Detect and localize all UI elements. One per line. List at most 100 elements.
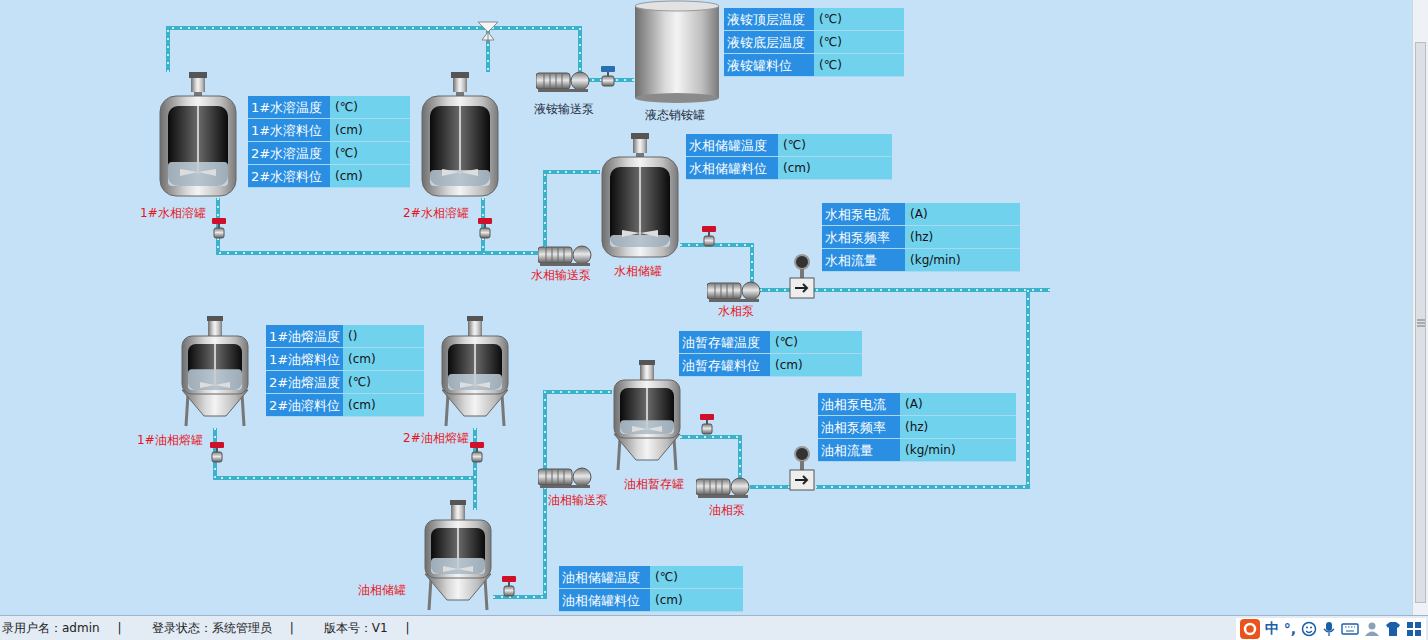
- data-value: (cm): [343, 394, 424, 417]
- tank-icon: [180, 316, 250, 428]
- data-row: 液铵底层温度 (℃): [724, 31, 904, 54]
- tank[interactable]: [440, 316, 510, 432]
- scrollbar-thumb[interactable]: [1415, 42, 1426, 603]
- status-separator: |: [406, 621, 410, 635]
- grip-icon: [1417, 319, 1425, 327]
- data-label: 1#水溶料位: [248, 119, 330, 142]
- tank[interactable]: [180, 316, 250, 432]
- tank[interactable]: [423, 500, 493, 615]
- data-row: 1#油熔温度 (): [266, 325, 424, 348]
- status-item: 录用户名：admin: [2, 620, 100, 637]
- data-value: (℃): [330, 142, 410, 165]
- pipe: [750, 485, 790, 489]
- status-item: 版本号：V1: [324, 620, 388, 637]
- data-value: (cm): [770, 354, 862, 377]
- tank[interactable]: [634, 0, 720, 108]
- pump-icon[interactable]: [538, 244, 594, 266]
- tank-label: 水相储罐: [614, 264, 662, 278]
- tank[interactable]: [158, 72, 238, 204]
- data-row: 1#水溶温度 (℃): [248, 96, 410, 119]
- data-value: (℃): [330, 96, 410, 119]
- data-row: 水相泵频率 (hz): [822, 226, 1020, 249]
- valve-icon[interactable]: [598, 64, 618, 88]
- data-value: (cm): [330, 165, 410, 188]
- data-row: 油相泵频率 (hz): [818, 416, 1016, 439]
- pipe: [680, 437, 740, 480]
- data-label: 油相储罐料位: [559, 589, 650, 612]
- data-value: (cm): [343, 348, 424, 371]
- data-label: 油相泵频率: [818, 416, 900, 439]
- pipe: [215, 428, 475, 478]
- skin-icon[interactable]: [1385, 621, 1401, 637]
- data-value: (A): [905, 203, 1020, 226]
- pump-label: 油相输送泵: [548, 493, 608, 507]
- data-value: (℃): [778, 134, 892, 157]
- pipe: [816, 290, 1028, 487]
- pipe-flow: [218, 198, 540, 253]
- valve-icon[interactable]: [700, 224, 718, 248]
- pipe: [168, 28, 580, 80]
- valve-icon[interactable]: [468, 440, 486, 464]
- pump-icon[interactable]: [707, 280, 763, 302]
- data-value: (cm): [650, 589, 743, 612]
- toolbox-icon[interactable]: [1406, 621, 1422, 637]
- tank-label: 油相储罐: [358, 583, 406, 597]
- tank[interactable]: [612, 360, 682, 476]
- valve-icon[interactable]: [476, 216, 494, 240]
- tank-label: 液态销铵罐: [645, 108, 705, 122]
- user-icon[interactable]: [1364, 621, 1380, 637]
- microphone-icon[interactable]: [1322, 621, 1336, 637]
- data-row: 1#水溶料位 (cm): [248, 119, 410, 142]
- valve-icon[interactable]: [210, 216, 228, 240]
- tank-icon: [600, 133, 680, 261]
- ime-button[interactable]: 中: [1265, 620, 1279, 638]
- data-label: 2#水溶温度: [248, 142, 330, 165]
- data-row: 液铵罐料位 (℃): [724, 54, 904, 77]
- data-label: 2#水溶料位: [248, 165, 330, 188]
- data-value: (hz): [900, 416, 1016, 439]
- keyboard-icon[interactable]: [1341, 622, 1359, 636]
- data-label: 水相储罐温度: [686, 134, 778, 157]
- data-label: 水相流量: [822, 249, 905, 272]
- drum-tank-icon: [634, 0, 720, 104]
- tank-icon: [612, 360, 682, 472]
- tank-icon: [440, 316, 510, 428]
- pump-icon[interactable]: [538, 466, 594, 488]
- status-separator: |: [290, 621, 294, 635]
- data-value: (kg/min): [900, 439, 1016, 462]
- data-label: 1#油熔料位: [266, 348, 343, 371]
- smiley-icon[interactable]: [1301, 621, 1317, 637]
- data-label: 水相泵电流: [822, 203, 905, 226]
- tank[interactable]: [600, 133, 680, 265]
- valve-icon[interactable]: [698, 412, 716, 436]
- data-label: 油相流量: [818, 439, 900, 462]
- vertical-scrollbar[interactable]: [1412, 0, 1428, 615]
- data-label: 油相储罐温度: [559, 566, 650, 589]
- pump-icon[interactable]: [536, 70, 592, 92]
- data-panel: 水相泵电流 (A)水相泵频率 (hz)水相流量 (kg/min): [822, 203, 1020, 272]
- status-separator: |: [118, 621, 122, 635]
- pipe-flow: [545, 172, 600, 248]
- tank[interactable]: [420, 72, 500, 204]
- pipe-flow: [750, 486, 790, 488]
- data-row: 油相储罐料位 (cm): [559, 589, 743, 612]
- data-label: 水相储罐料位: [686, 157, 778, 180]
- pipe: [218, 198, 540, 253]
- data-value: (A): [900, 393, 1016, 416]
- valve-icon[interactable]: [500, 574, 518, 598]
- data-row: 油相泵电流 (A): [818, 393, 1016, 416]
- pump-label: 水相泵: [718, 304, 754, 318]
- data-label: 液铵底层温度: [724, 31, 814, 54]
- valve-icon[interactable]: [208, 440, 226, 464]
- tank-icon: [423, 500, 493, 612]
- sogou-logo-icon[interactable]: [1240, 619, 1260, 639]
- ime-button[interactable]: °,: [1284, 621, 1296, 637]
- data-label: 水相泵频率: [822, 226, 905, 249]
- pump-icon[interactable]: [696, 476, 752, 498]
- data-label: 液铵顶层温度: [724, 8, 814, 31]
- three-way-valve-icon[interactable]: [478, 22, 498, 44]
- data-row: 水相储罐温度 (℃): [686, 134, 892, 157]
- tank-label: 2#水相溶罐: [403, 206, 469, 220]
- data-value: (℃): [650, 566, 743, 589]
- data-row: 水相流量 (kg/min): [822, 249, 1020, 272]
